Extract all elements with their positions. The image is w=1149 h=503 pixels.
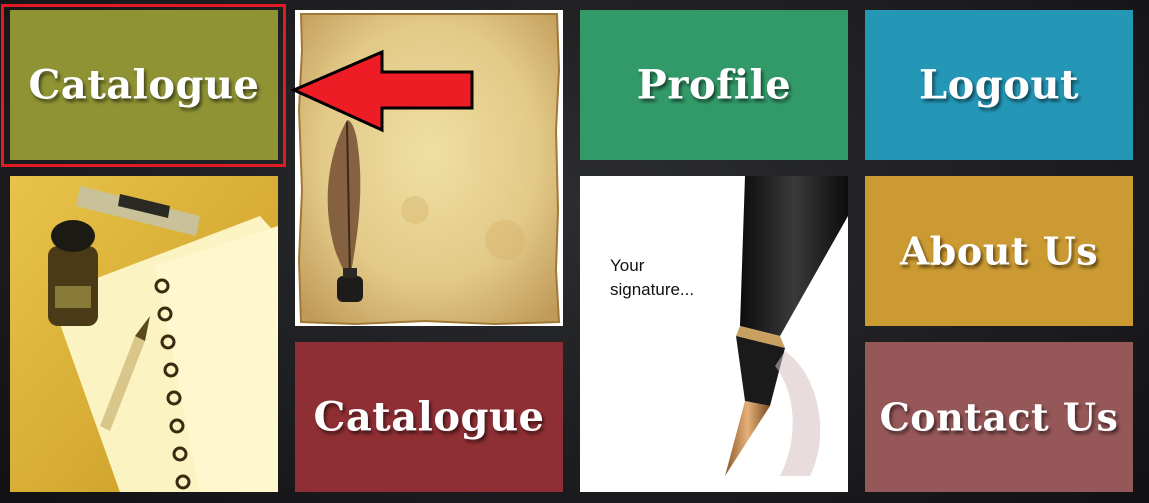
catalogue-tile-top[interactable]: Catalogue: [10, 10, 278, 160]
contact-us-tile[interactable]: Contact Us: [865, 342, 1133, 492]
catalogue-tile-bottom-label: Catalogue: [313, 393, 545, 441]
catalogue-tile-top-label: Catalogue: [28, 61, 260, 109]
notebook-pen-image: [10, 176, 278, 492]
signature-pen-image: Your signature...: [580, 176, 848, 492]
profile-tile-label: Profile: [636, 61, 792, 109]
about-us-tile-label: About Us: [899, 228, 1099, 274]
logout-tile[interactable]: Logout: [865, 10, 1133, 160]
catalogue-tile-bottom[interactable]: Catalogue: [295, 342, 563, 492]
about-us-tile[interactable]: About Us: [865, 176, 1133, 326]
contact-us-tile-label: Contact Us: [879, 394, 1119, 440]
logout-tile-label: Logout: [918, 61, 1079, 109]
annotation-arrow-icon: [290, 49, 474, 133]
profile-tile[interactable]: Profile: [580, 10, 848, 160]
